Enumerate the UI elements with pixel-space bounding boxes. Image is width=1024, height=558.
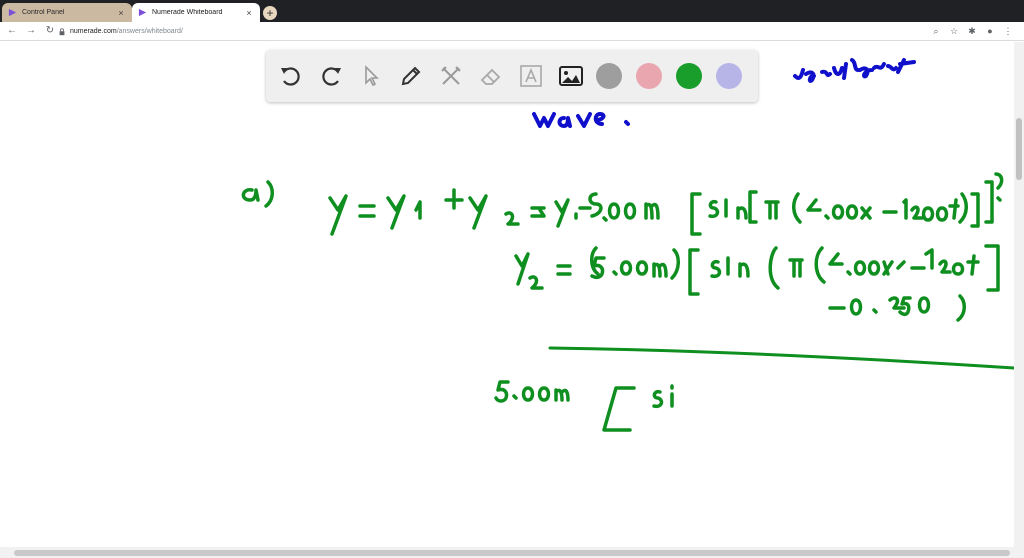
redo-icon [322, 67, 341, 86]
color-swatch-gray[interactable] [596, 63, 622, 89]
browser-toolbar: ← → ↻ numerade.com/answers/whiteboard/ ⌕… [0, 22, 1024, 41]
whiteboard-toolbar [266, 50, 758, 102]
url-path: /answers/whiteboard/ [116, 28, 183, 35]
horizontal-scroll-thumb[interactable] [14, 550, 1010, 556]
eraser-button[interactable] [476, 61, 506, 91]
extensions-icon[interactable]: ✱ [966, 25, 978, 37]
color-swatch-pink[interactable] [636, 63, 662, 89]
avatar[interactable]: ● [984, 25, 996, 37]
url-host: numerade.com [70, 28, 117, 35]
ink-stroke-line2 [514, 244, 1000, 296]
horizontal-scrollbar[interactable] [0, 547, 1024, 558]
ink-stroke-wave [532, 112, 630, 128]
eraser-icon [480, 68, 501, 85]
menu-icon[interactable]: ⋮ [1002, 25, 1014, 37]
ink-stroke-line1-bracket [690, 172, 1004, 236]
ink-stroke-line1 [328, 188, 660, 236]
forward-icon[interactable]: → [24, 24, 38, 38]
ink-stroke-line4 [494, 380, 674, 432]
image-button[interactable] [556, 61, 586, 91]
handwriting-layer: resultant [241, 58, 1016, 432]
tools-icon [441, 66, 461, 85]
plus-icon[interactable]: + [263, 6, 277, 20]
ink-stroke-divider [548, 346, 1016, 370]
vertical-scroll-thumb[interactable] [1016, 118, 1022, 180]
close-icon[interactable]: × [244, 8, 254, 18]
back-icon[interactable]: ← [5, 24, 19, 38]
vertical-scrollbar[interactable] [1014, 42, 1024, 547]
whiteboard-canvas[interactable]: resultant [0, 42, 1024, 547]
ink-stroke-line3 [828, 294, 966, 322]
reload-icon[interactable]: ↻ [43, 24, 57, 38]
image-icon [559, 66, 583, 86]
pen-icon [401, 66, 421, 86]
tools-button[interactable] [436, 61, 466, 91]
numerade-favicon-icon [8, 8, 17, 17]
pointer-icon [365, 65, 379, 87]
address-bar[interactable]: numerade.com/answers/whiteboard/ [58, 24, 928, 39]
redo-button[interactable] [316, 61, 346, 91]
color-swatch-green[interactable] [676, 63, 702, 89]
text-button[interactable] [516, 61, 546, 91]
tab-title: Control Panel [22, 9, 65, 16]
ink-stroke-part-a [241, 180, 274, 208]
lock-icon [59, 27, 65, 35]
undo-button[interactable] [276, 61, 306, 91]
tab-control-panel[interactable]: Control Panel × [2, 3, 132, 22]
undo-icon [281, 67, 300, 86]
pointer-button[interactable] [356, 61, 386, 91]
tab-title: Numerade Whiteboard [152, 9, 223, 16]
close-icon[interactable]: × [116, 8, 126, 18]
text-icon [520, 65, 542, 87]
color-swatch-lavender[interactable] [716, 63, 742, 89]
ink-stroke-resultant [793, 58, 916, 83]
browser-tab-strip: Control Panel × Numerade Whiteboard × + [0, 0, 1024, 22]
zoom-icon[interactable]: ⌕ [930, 25, 942, 37]
numerade-favicon-icon [138, 8, 147, 17]
pen-button[interactable] [396, 61, 426, 91]
star-icon[interactable]: ☆ [948, 25, 960, 37]
tab-numerade-whiteboard[interactable]: Numerade Whiteboard × [132, 3, 260, 22]
